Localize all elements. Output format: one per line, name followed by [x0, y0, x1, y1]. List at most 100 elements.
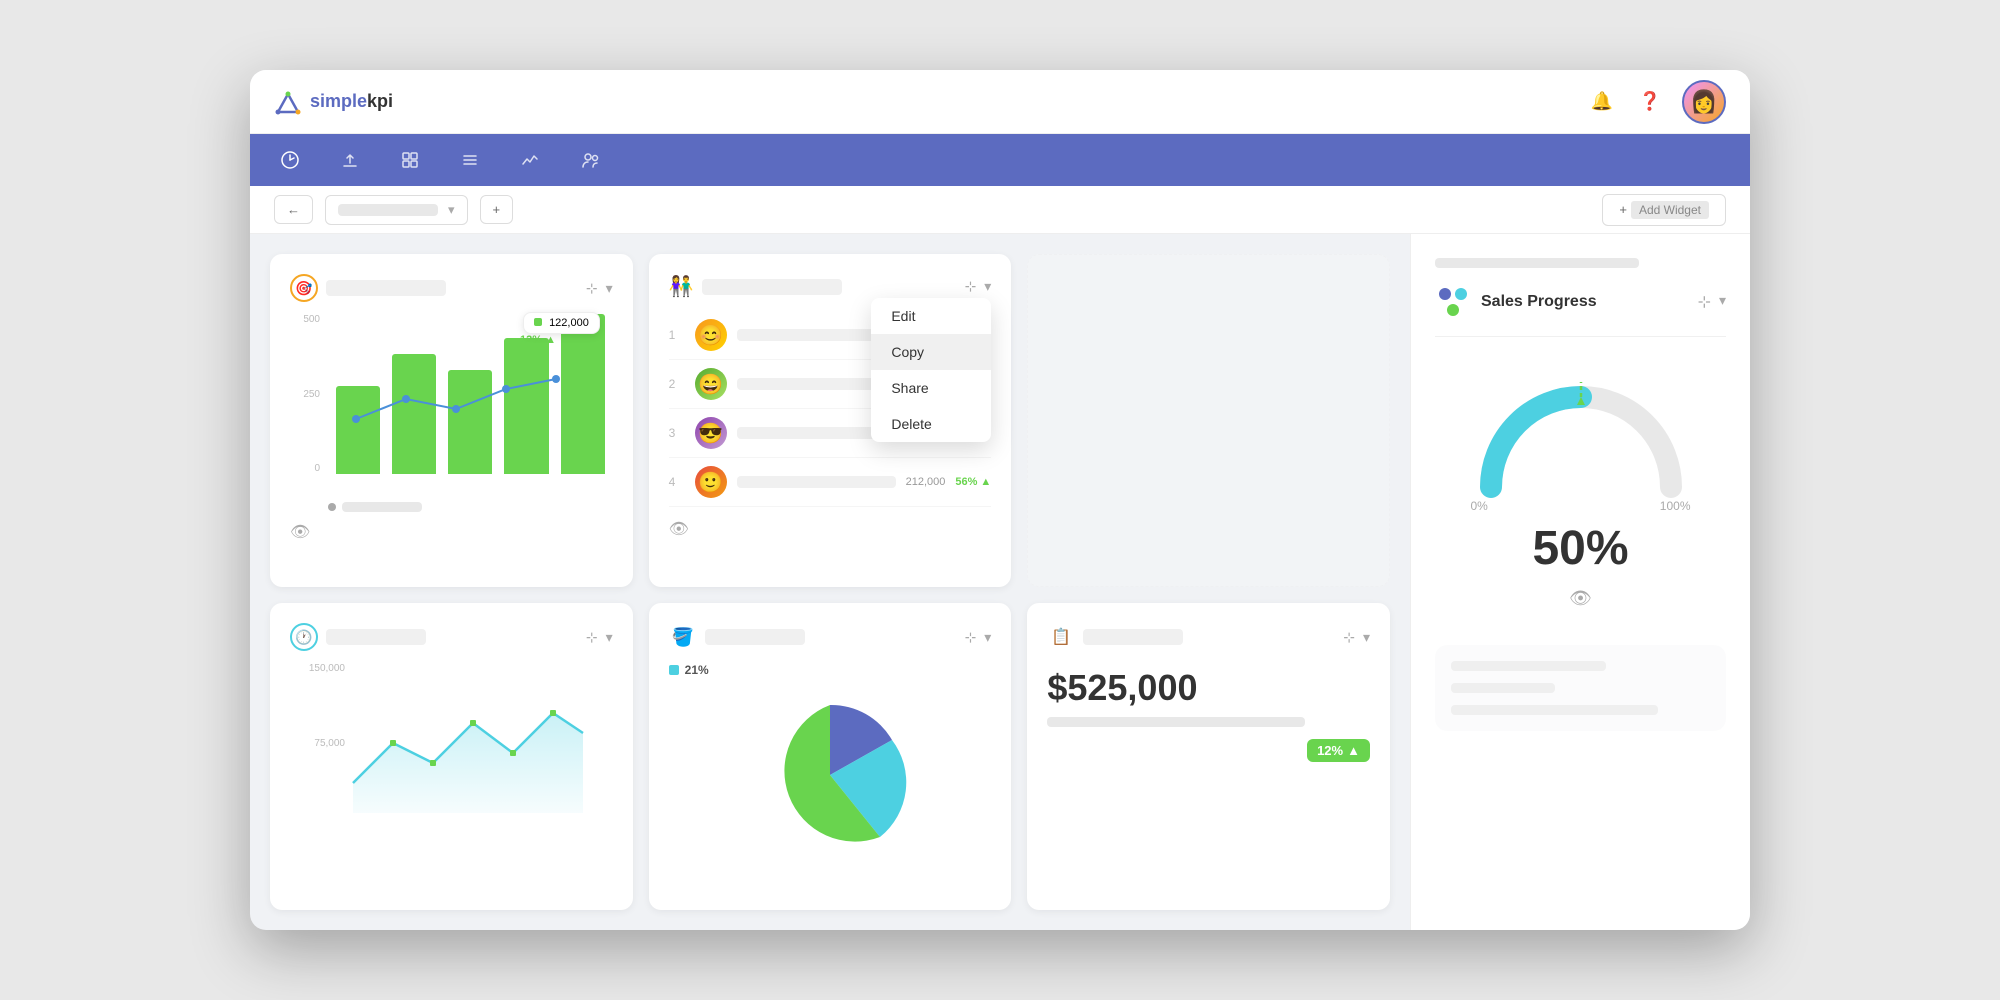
- card5-title-area: 📋: [1047, 623, 1183, 651]
- line-point-2: [402, 395, 410, 403]
- card4-title-area: 🪣: [669, 623, 805, 651]
- person-num-4: 4: [669, 475, 685, 489]
- card3-y-labels: 150,000 75,000: [290, 663, 345, 823]
- add-widget-btn[interactable]: + Add Widget: [1602, 194, 1726, 226]
- card3-move-icon[interactable]: ⊹: [586, 629, 598, 646]
- panel-eye-icon[interactable]: 👁: [1569, 588, 1592, 609]
- nav-item-grid[interactable]: [394, 144, 426, 176]
- card3-expand-icon[interactable]: ▾: [606, 629, 613, 646]
- pie-container: [669, 685, 992, 865]
- menu-item-edit[interactable]: Edit: [871, 298, 991, 334]
- toolbar-add-btn[interactable]: +: [480, 195, 514, 224]
- card4-move-icon[interactable]: ⊹: [965, 629, 977, 646]
- nav-item-dashboard[interactable]: [274, 144, 306, 176]
- card1-eye-icon[interactable]: 👁: [290, 522, 613, 542]
- card4-header: 🪣 ⊹ ▾: [669, 623, 992, 651]
- card-value-kpi: 📋 ⊹ ▾ $525,000 12% ▲: [1027, 603, 1390, 910]
- person-avatar-1: 😊: [695, 319, 727, 351]
- card2-actions: ⊹ ▾: [965, 278, 992, 295]
- person-num-1: 1: [669, 328, 685, 342]
- card-time-kpi: 🕐 ⊹ ▾ 150,000 75,000: [270, 603, 633, 910]
- person-row-4: 4 🙂 212,000 56% ▲: [669, 458, 992, 507]
- line-point-1: [352, 415, 360, 423]
- gauge-max-label: 100%: [1660, 499, 1691, 513]
- badge-up-arrow: ▲: [1347, 743, 1360, 758]
- pie-legend-dot: [669, 665, 679, 675]
- nav-item-analytics[interactable]: [514, 144, 546, 176]
- nav-item-users[interactable]: [574, 144, 606, 176]
- nav-item-list[interactable]: [454, 144, 486, 176]
- gauge-container: 0% 100% 50% 👁: [1435, 357, 1726, 629]
- card3-line-container: [353, 663, 613, 823]
- toolbar-back-btn[interactable]: ←: [274, 195, 313, 224]
- logo-icon: [274, 88, 302, 116]
- toolbar-title-placeholder: [338, 204, 438, 216]
- y3-label-75k: 75,000: [290, 738, 345, 749]
- card2-eye-icon[interactable]: 👁: [669, 519, 992, 539]
- help-icon[interactable]: ❓: [1634, 86, 1666, 118]
- card5-actions: ⊹ ▾: [1343, 629, 1370, 646]
- toolbar-right: + Add Widget: [1602, 194, 1726, 226]
- pie-legend-label: 21%: [685, 663, 709, 677]
- dashboard: 🎯 ⊹ ▾ 500 250 0: [250, 234, 1410, 930]
- line-point-4: [502, 385, 510, 393]
- card3-title-placeholder: [326, 629, 426, 645]
- pie-chart-svg: [750, 695, 910, 855]
- card-placeholder-3: [1027, 254, 1390, 587]
- card1-title-area: 🎯: [290, 274, 446, 302]
- card4-icon: 🪣: [669, 623, 697, 651]
- card1-icon: 🎯: [290, 274, 318, 302]
- toolbar-dropdown[interactable]: ▾: [325, 195, 468, 225]
- card-pie-kpi: 🪣 ⊹ ▾ 21%: [649, 603, 1012, 910]
- side-panel: Sales Progress ⊹ ▾: [1410, 234, 1750, 930]
- card-people-kpi: 👫 ⊹ ▾ 1 😊: [649, 254, 1012, 587]
- card2-title-area: 👫: [669, 274, 842, 299]
- card3-line-svg: [353, 663, 613, 813]
- y-label-250: 250: [290, 389, 320, 400]
- tooltip-value: 122,000: [549, 317, 589, 329]
- card3-icon: 🕐: [290, 623, 318, 651]
- card3-actions: ⊹ ▾: [586, 629, 613, 646]
- card5-expand-icon[interactable]: ▾: [1363, 629, 1370, 646]
- line3-pt-3: [470, 720, 476, 726]
- toolbar: ← ▾ + + Add Widget: [250, 186, 1750, 234]
- card4-actions: ⊹ ▾: [965, 629, 992, 646]
- card5-move-icon[interactable]: ⊹: [1343, 629, 1355, 646]
- person-num-2: 2: [669, 377, 685, 391]
- card5-badge-container: 12% ▲: [1047, 739, 1370, 762]
- pie-legend: 21%: [669, 663, 992, 677]
- card2-title-placeholder: [702, 279, 842, 295]
- card4-expand-icon[interactable]: ▾: [984, 629, 991, 646]
- nav-item-upload[interactable]: [334, 144, 366, 176]
- panel-collapse-icon[interactable]: ▾: [1719, 292, 1726, 312]
- panel-actions: ⊹ ▾: [1698, 292, 1726, 312]
- legend-label-placeholder: [342, 502, 422, 512]
- card1-expand-icon[interactable]: ▾: [606, 280, 613, 297]
- person-name-4: [737, 476, 896, 488]
- line3-pt-1: [390, 740, 396, 746]
- y-label-0: 0: [290, 463, 320, 474]
- card2-move-icon[interactable]: ⊹: [965, 278, 977, 295]
- menu-item-copy[interactable]: Copy: [871, 334, 991, 370]
- panel-expand-icon[interactable]: ⊹: [1698, 292, 1711, 312]
- gauge-labels: 0% 100%: [1471, 499, 1691, 513]
- menu-item-delete[interactable]: Delete: [871, 406, 991, 442]
- card5-badge: 12% ▲: [1307, 739, 1370, 762]
- navbar: [250, 134, 1750, 186]
- person-avatar-3: 😎: [695, 417, 727, 449]
- person-avatar-4: 🙂: [695, 466, 727, 498]
- menu-item-share[interactable]: Share: [871, 370, 991, 406]
- context-menu: Edit Copy Share Delete: [871, 298, 991, 442]
- gauge-min-label: 0%: [1471, 499, 1488, 513]
- y3-label-150k: 150,000: [290, 663, 345, 674]
- card5-value: $525,000: [1047, 667, 1370, 709]
- card1-title-placeholder: [326, 280, 446, 296]
- card1-move-icon[interactable]: ⊹: [586, 280, 598, 297]
- card2-expand-icon[interactable]: ▾: [984, 278, 991, 295]
- avatar[interactable]: 👩: [1682, 80, 1726, 124]
- card5-title-placeholder: [1083, 629, 1183, 645]
- notification-icon[interactable]: 🔔: [1586, 86, 1618, 118]
- card5-bar-placeholder: [1047, 717, 1305, 727]
- app-window: simplekpi 🔔 ❓ 👩 ←: [250, 70, 1750, 930]
- chart-tooltip: 122,000: [523, 312, 600, 334]
